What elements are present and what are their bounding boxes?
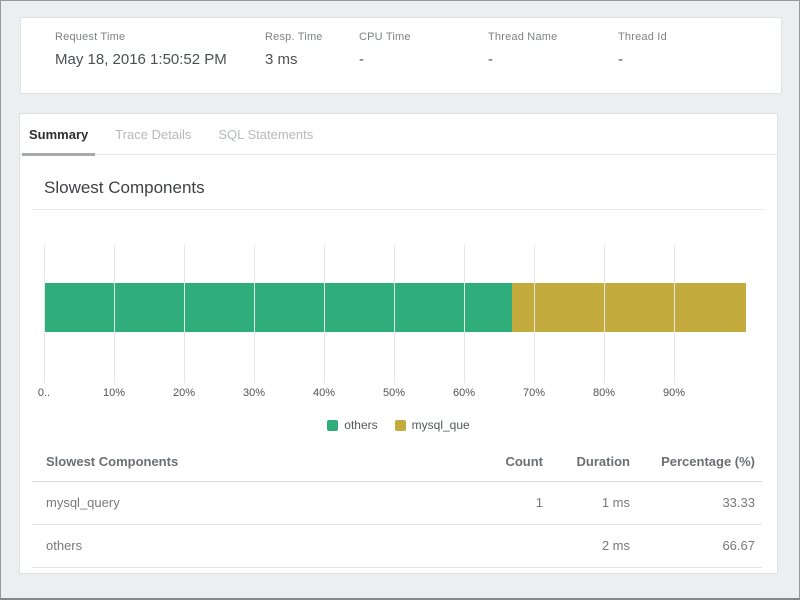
column-header-slowest-components: Slowest Components: [32, 446, 453, 482]
tab-bar: Summary Trace Details SQL Statements: [20, 114, 777, 155]
axis-tick-label: 10%: [92, 387, 136, 399]
panel-separator: [32, 209, 765, 210]
cell-percentage: 33.33: [630, 482, 762, 525]
stacked-bar: [44, 283, 746, 332]
field-value-request-time: May 18, 2016 1:50:52 PM: [55, 51, 265, 68]
legend-item-mysql_que[interactable]: mysql_que: [395, 418, 470, 432]
table-body: mysql_query11 ms33.33others2 ms66.67: [32, 482, 762, 568]
axis-tick-label: 0..: [22, 387, 66, 399]
chart-gridline: [114, 245, 115, 383]
tab-sql-statements[interactable]: SQL Statements: [211, 114, 320, 156]
column-header-percentage-: Percentage (%): [630, 446, 762, 482]
bar-segment-mysql_que[interactable]: [512, 283, 746, 332]
tab-summary[interactable]: Summary: [22, 114, 95, 156]
table-row-others: others 2 ms66.67: [32, 525, 762, 568]
window-frame: Request Time May 18, 2016 1:50:52 PMResp.…: [0, 0, 800, 600]
cell-duration: 2 ms: [543, 525, 630, 568]
cell-count: [453, 525, 543, 568]
tab-trace-details[interactable]: Trace Details: [108, 114, 198, 156]
field-value-thread-name: -: [488, 51, 618, 68]
cell-name: others: [32, 525, 453, 568]
table-header-row: Slowest ComponentsCountDurationPercentag…: [32, 446, 762, 482]
axis-tick-label: 40%: [302, 387, 346, 399]
axis-tick-label: 90%: [652, 387, 696, 399]
chart-gridline: [394, 245, 395, 383]
table-row-mysql_query: mysql_query11 ms33.33: [32, 482, 762, 525]
legend-label-others: others: [344, 418, 377, 432]
field-thread-name: Thread Name -: [488, 31, 618, 93]
trace-summary-header: Request Time May 18, 2016 1:50:52 PMResp.…: [20, 17, 782, 94]
field-cpu-time: CPU Time -: [359, 31, 488, 93]
axis-tick-label: 50%: [372, 387, 416, 399]
column-header-duration: Duration: [543, 446, 630, 482]
chart-gridline: [604, 245, 605, 383]
field-value-cpu-time: -: [359, 51, 488, 68]
legend-swatch-mysql_que: [395, 420, 406, 431]
field-value-thread-id: -: [618, 51, 667, 68]
slowest-components-table: Slowest ComponentsCountDurationPercentag…: [32, 446, 762, 568]
field-resp-time: Resp. Time 3 ms: [265, 31, 359, 93]
chart-gridline: [184, 245, 185, 383]
field-value-resp-time: 3 ms: [265, 51, 359, 68]
field-label-cpu-time: CPU Time: [359, 31, 488, 43]
field-thread-id: Thread Id -: [618, 31, 667, 93]
column-header-count: Count: [453, 446, 543, 482]
chart-gridline: [464, 245, 465, 383]
cell-duration: 1 ms: [543, 482, 630, 525]
axis-tick-label: 30%: [232, 387, 276, 399]
chart-gridline: [324, 245, 325, 383]
panel-title: Slowest Components: [44, 178, 777, 198]
chart-gridline: [254, 245, 255, 383]
field-label-thread-id: Thread Id: [618, 31, 667, 43]
chart-legend: others mysql_que: [20, 418, 777, 432]
axis-tick-label: 70%: [512, 387, 556, 399]
cell-name: mysql_query: [32, 482, 453, 525]
chart-gridline: [44, 245, 45, 383]
legend-item-others[interactable]: others: [327, 418, 377, 432]
cell-percentage: 66.67: [630, 525, 762, 568]
chart-gridline: [534, 245, 535, 383]
trace-detail-card: Summary Trace Details SQL Statements Slowe…: [19, 113, 778, 574]
legend-label-mysql_que: mysql_que: [412, 418, 470, 432]
axis-tick-label: 80%: [582, 387, 626, 399]
field-request-time: Request Time May 18, 2016 1:50:52 PM: [55, 31, 265, 93]
field-label-request-time: Request Time: [55, 31, 265, 43]
field-label-resp-time: Resp. Time: [265, 31, 359, 43]
chart-gridline: [674, 245, 675, 383]
legend-swatch-others: [327, 420, 338, 431]
axis-tick-label: 20%: [162, 387, 206, 399]
field-label-thread-name: Thread Name: [488, 31, 618, 43]
axis-tick-label: 60%: [442, 387, 486, 399]
table-header-row: Slowest ComponentsCountDurationPercentag…: [32, 446, 762, 482]
cell-count: 1: [453, 482, 543, 525]
slowest-components-chart: 0..10%20%30%40%50%60%70%80%90%: [44, 245, 768, 399]
